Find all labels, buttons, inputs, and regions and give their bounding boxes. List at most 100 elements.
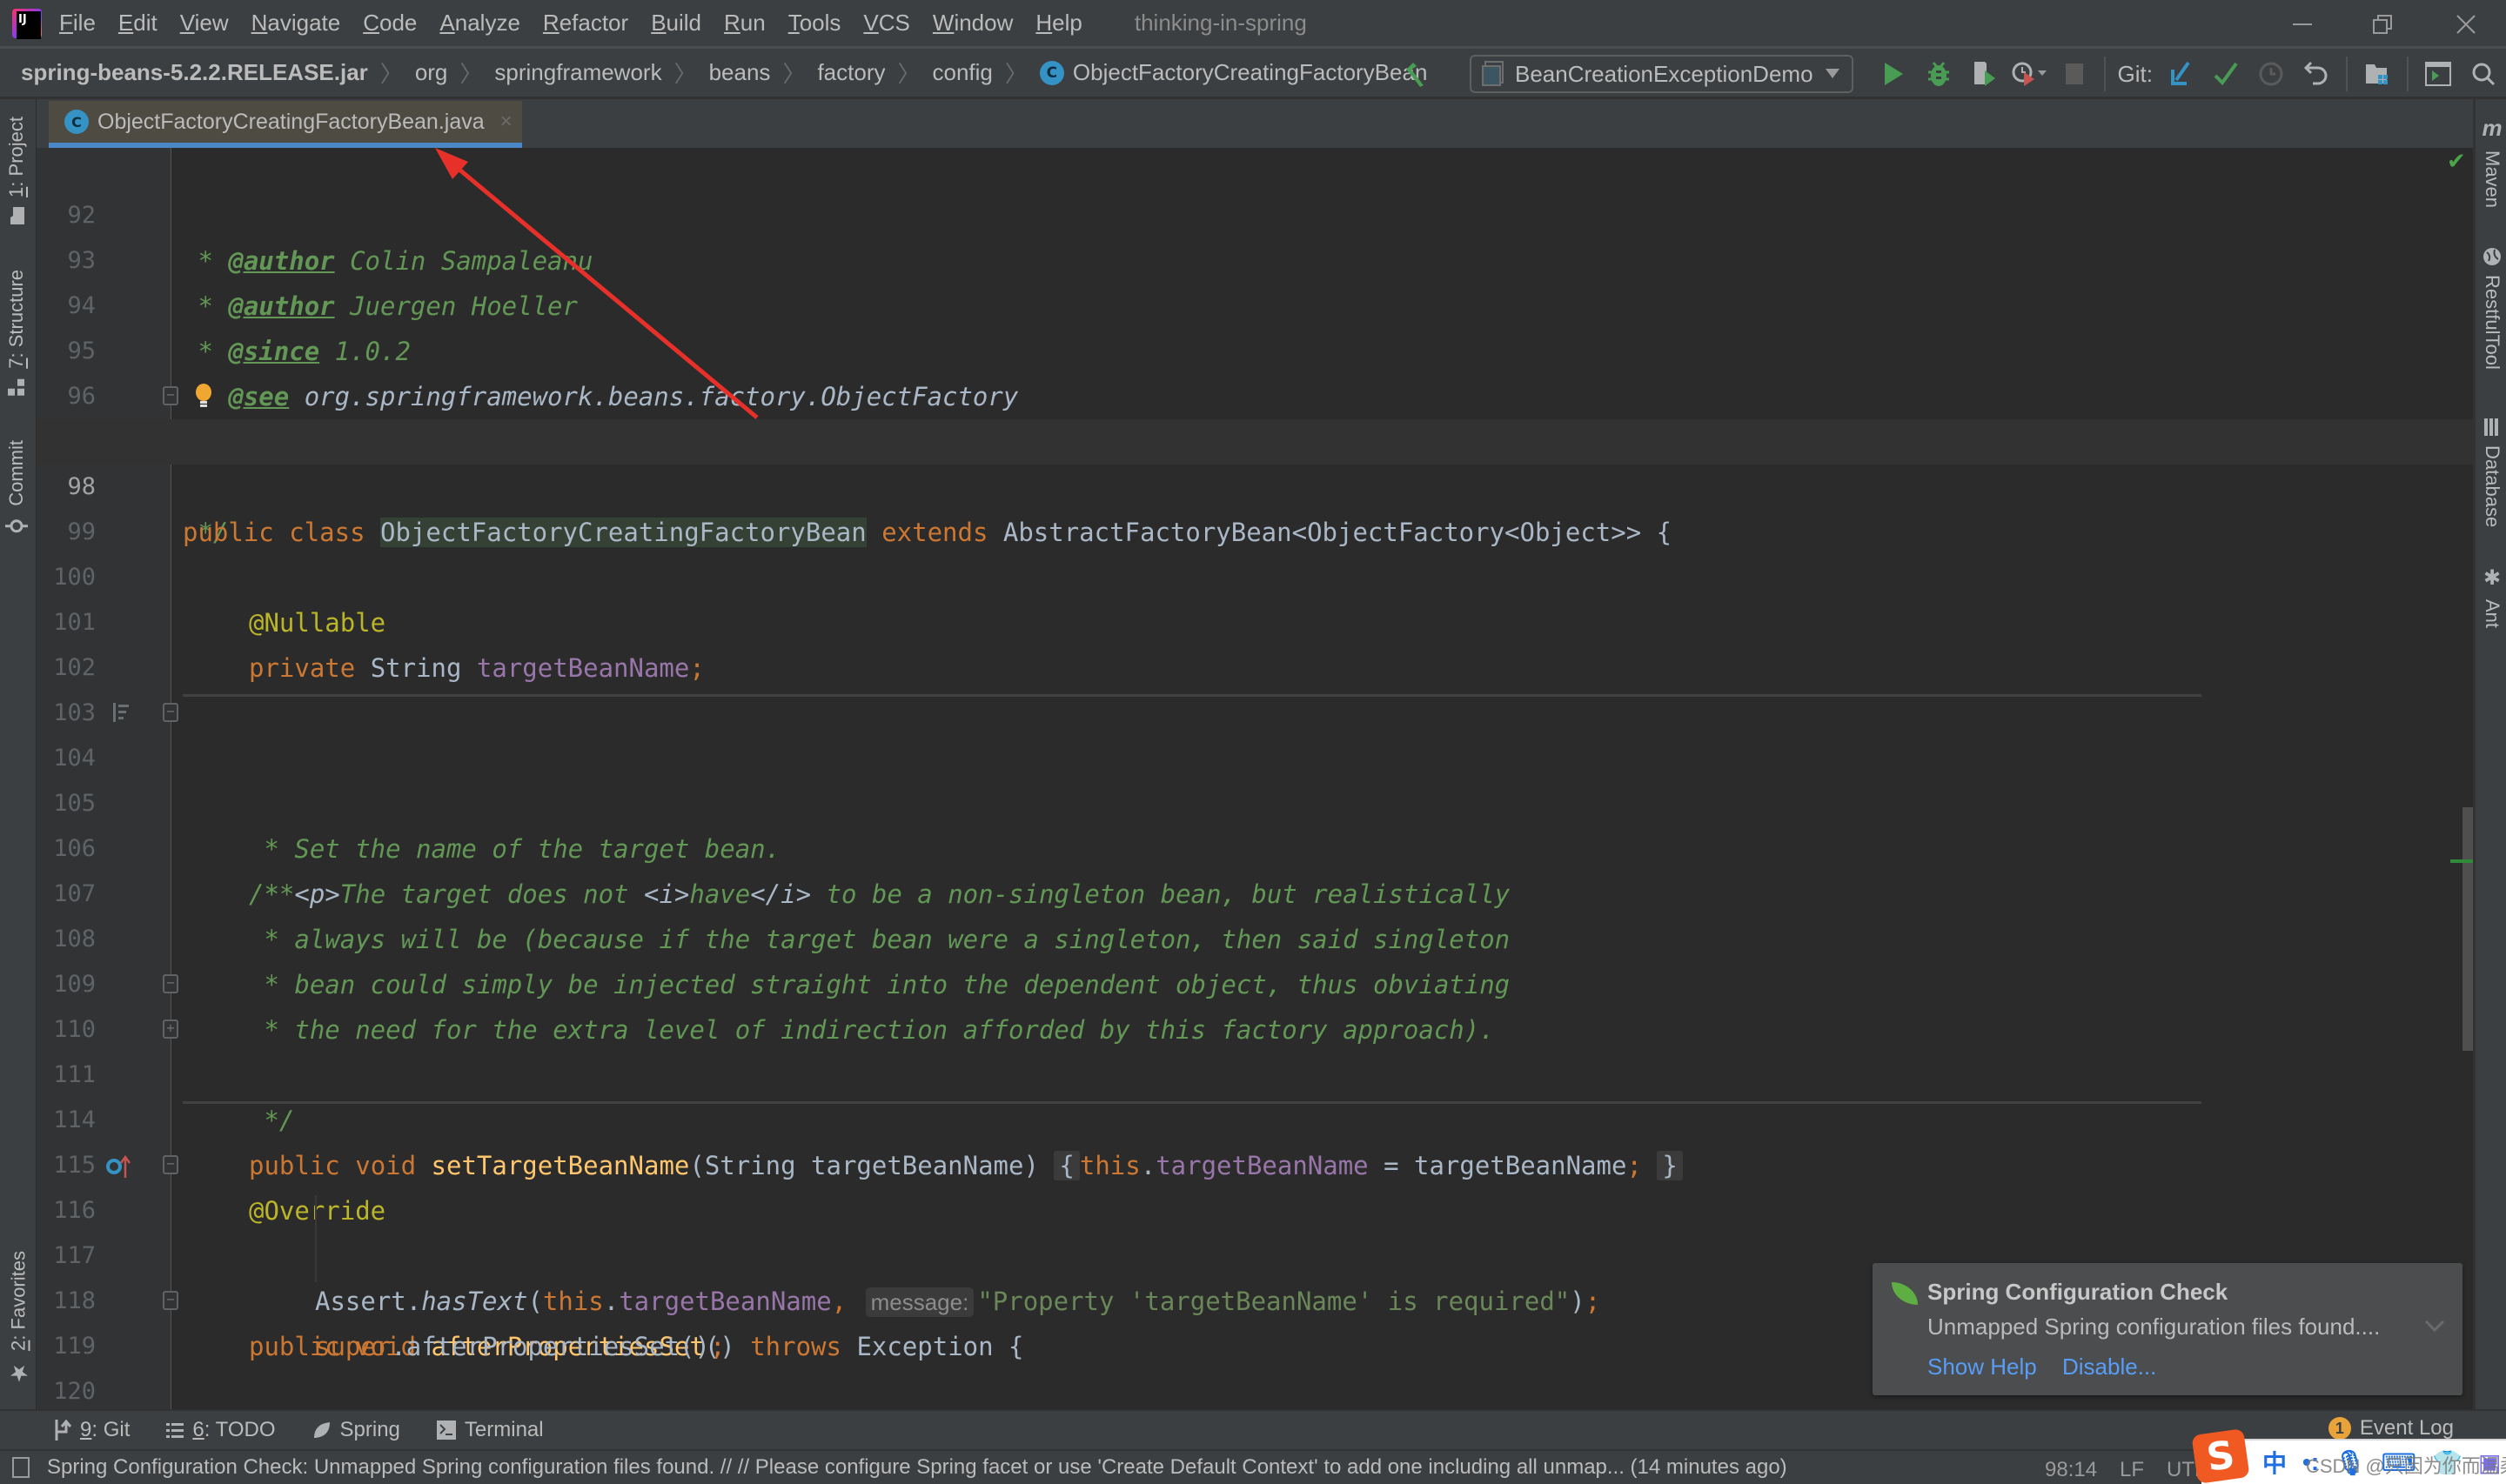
- breadcrumb-org[interactable]: org: [415, 59, 448, 86]
- terminal-tool-window-button[interactable]: Terminal: [436, 1418, 544, 1442]
- run-configuration-selector[interactable]: BeanCreationExceptionDemo: [1470, 55, 1853, 93]
- breadcrumb-beans[interactable]: beans: [709, 59, 771, 86]
- todo-list-icon: [166, 1423, 184, 1438]
- application-config-icon: [1482, 61, 1504, 86]
- git-rollback-button[interactable]: [2299, 57, 2334, 91]
- breadcrumb-class[interactable]: C ObjectFactoryCreatingFactoryBean: [1039, 59, 1427, 86]
- fold-end-marker[interactable]: −: [163, 386, 178, 405]
- breadcrumb-separator: 〉: [782, 61, 806, 87]
- git-commit-button[interactable]: [2208, 57, 2243, 91]
- fold-start-marker[interactable]: −: [163, 703, 178, 722]
- git-update-button[interactable]: [2163, 57, 2198, 91]
- code-line: 92 * @author Colin Sampaleanu: [37, 148, 2473, 276]
- menu-edit[interactable]: Edit: [118, 10, 157, 37]
- dropdown-arrow-icon: [1825, 69, 1839, 78]
- code-line: 106 * <p>The target does not <i>have</i>…: [37, 781, 2473, 909]
- menu-run[interactable]: Run: [724, 10, 766, 37]
- status-bar: Spring Configuration Check: Unmapped Spr…: [0, 1449, 2506, 1484]
- close-tab-icon[interactable]: ×: [500, 110, 513, 134]
- project-structure-button[interactable]: [2360, 57, 2395, 91]
- search-everywhere-button[interactable]: [2466, 57, 2501, 91]
- fold-expand-marker[interactable]: +: [163, 1019, 178, 1039]
- navigation-bar: spring-beans-5.2.2.RELEASE.jar 〉 org 〉 s…: [0, 49, 2506, 99]
- minimize-button[interactable]: [2262, 0, 2342, 49]
- ant-tool-window-button[interactable]: ✱ Ant: [2481, 565, 2503, 628]
- menu-vcs[interactable]: VCS: [863, 10, 909, 37]
- code-line: 102: [37, 600, 2473, 681]
- fold-end-marker[interactable]: −: [163, 1291, 178, 1310]
- profile-button[interactable]: [2012, 57, 2047, 91]
- coverage-icon: [1973, 62, 1995, 86]
- breadcrumb-factory[interactable]: factory: [817, 59, 885, 86]
- spring-config-notification: Spring Configuration Check Unmapped Spri…: [1873, 1263, 2462, 1395]
- menu-analyze[interactable]: Analyze: [439, 10, 520, 37]
- menu-window[interactable]: Window: [933, 10, 1013, 37]
- run-button[interactable]: [1876, 57, 1911, 91]
- line-separator[interactable]: LF: [2120, 1458, 2144, 1482]
- notification-title: Spring Configuration Check: [1927, 1279, 2228, 1305]
- project-tool-window-button[interactable]: 1: Project: [5, 117, 28, 225]
- run-anything-button[interactable]: [2421, 57, 2456, 91]
- vertical-scrollbar-thumb[interactable]: [2462, 807, 2473, 1051]
- code-line: 111 + public void setTargetBeanName(Stri…: [37, 1007, 2473, 1180]
- favorites-tool-window-button[interactable]: ★ 2: Favorites: [5, 1251, 32, 1386]
- javadoc-render-toggle-icon[interactable]: [113, 703, 131, 722]
- database-tool-window-button[interactable]: Database: [2481, 418, 2503, 527]
- star-icon: ★: [5, 1359, 31, 1386]
- fold-start-marker[interactable]: −: [163, 1155, 178, 1174]
- code-line: 105 * Set the name of the target bean.: [37, 736, 2473, 864]
- run-configuration-label: BeanCreationExceptionDemo: [1515, 60, 1813, 87]
- fold-end-marker[interactable]: −: [163, 974, 178, 993]
- menu-view[interactable]: View: [180, 10, 229, 37]
- menu-tools[interactable]: Tools: [788, 10, 841, 37]
- ime-chinese-mode[interactable]: 中: [2262, 1445, 2287, 1480]
- commit-tool-window-button[interactable]: Commit: [5, 440, 28, 538]
- structure-tool-window-button[interactable]: 7: Structure: [5, 270, 28, 397]
- stop-button[interactable]: [2057, 57, 2092, 91]
- maven-tool-window-button[interactable]: m Maven: [2481, 115, 2503, 208]
- code-editor[interactable]: ✔ 92 * @author Colin Sampaleanu 93 * @au…: [37, 148, 2473, 1409]
- run-with-coverage-button[interactable]: [1967, 57, 2001, 91]
- code-line: 116 − public void afterPropertiesSet() t…: [37, 1143, 2473, 1361]
- restfultool-tool-window-button[interactable]: RestfulTool: [2481, 247, 2503, 370]
- menu-help[interactable]: Help: [1035, 10, 1082, 37]
- debug-button[interactable]: [1921, 57, 1956, 91]
- overrides-method-icon[interactable]: [106, 1153, 132, 1180]
- menu-file[interactable]: File: [59, 10, 96, 37]
- todo-tool-window-button[interactable]: 6: TODO: [166, 1418, 276, 1442]
- breadcrumb-config[interactable]: config: [933, 59, 993, 86]
- event-log-button[interactable]: 1 Event Log: [2328, 1416, 2454, 1441]
- code-line: 101 private String targetBeanName;: [37, 555, 2473, 683]
- menu-build[interactable]: Build: [651, 10, 701, 37]
- left-tool-window-stripe: 1: Project 7: Structure Commit ★ 2: Favo…: [0, 99, 37, 1409]
- code-line: 117 Assert.hasText(this.targetBeanName, …: [37, 1188, 2473, 1317]
- chevron-down-icon[interactable]: [2424, 1314, 2445, 1338]
- caret-position[interactable]: 98:14: [2045, 1458, 2097, 1482]
- close-window-button[interactable]: [2426, 0, 2506, 49]
- status-message[interactable]: Spring Configuration Check: Unmapped Spr…: [47, 1455, 1787, 1480]
- breadcrumb-springframework[interactable]: springframework: [494, 59, 661, 86]
- database-icon: [2484, 418, 2498, 436]
- tool-windows-toggle-icon[interactable]: [12, 1457, 30, 1478]
- restore-button[interactable]: [2342, 0, 2422, 49]
- commit-icon: [5, 519, 28, 533]
- menu-code[interactable]: Code: [363, 10, 417, 37]
- globe-icon: [2483, 248, 2501, 265]
- git-history-button[interactable]: [2254, 57, 2288, 91]
- menu-navigate[interactable]: Navigate: [251, 10, 341, 37]
- code-line: 100 @Nullable: [37, 510, 2473, 638]
- breadcrumb-jar[interactable]: spring-beans-5.2.2.RELEASE.jar: [21, 59, 368, 86]
- build-button[interactable]: [1398, 57, 1433, 91]
- disable-link[interactable]: Disable...: [2062, 1354, 2156, 1380]
- restore-icon: [2373, 15, 2392, 34]
- menu-refactor[interactable]: Refactor: [543, 10, 628, 37]
- code-line: 93 * @author Juergen Hoeller: [37, 193, 2473, 321]
- git-tool-window-button[interactable]: 9: Git: [54, 1418, 130, 1442]
- project-title: thinking-in-spring: [1134, 10, 1307, 36]
- show-help-link[interactable]: Show Help: [1927, 1354, 2037, 1380]
- spring-tool-window-button[interactable]: Spring: [312, 1418, 400, 1442]
- editor-tabs: C ObjectFactoryCreatingFactoryBean.java …: [37, 99, 2473, 148]
- code-line: 104 − /**: [37, 691, 2473, 909]
- editor-tab-active[interactable]: C ObjectFactoryCreatingFactoryBean.java …: [49, 101, 522, 148]
- intention-bulb-icon[interactable]: [195, 383, 212, 409]
